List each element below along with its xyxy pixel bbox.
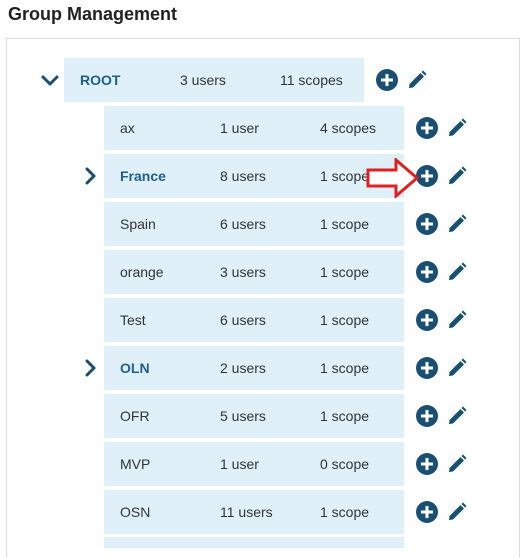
group-name: Spain <box>120 216 156 232</box>
tree-row[interactable]: orange 3 users 1 scope <box>0 250 526 294</box>
plus-circle-icon[interactable] <box>416 117 438 139</box>
user-count: 11 users <box>220 504 273 520</box>
group-card[interactable]: Spain 6 users 1 scope <box>104 202 404 246</box>
plus-circle-icon[interactable] <box>416 357 438 379</box>
group-name: OSN <box>120 504 151 520</box>
scope-count: 0 scope <box>320 456 370 472</box>
scope-count: 1 scope <box>320 312 370 328</box>
plus-circle-icon[interactable] <box>416 501 438 523</box>
pencil-icon[interactable] <box>446 405 468 427</box>
user-count: 6 users <box>220 312 266 328</box>
pencil-icon[interactable] <box>446 213 468 235</box>
group-card[interactable]: OLN 2 users 1 scope <box>104 346 404 390</box>
tree-row[interactable]: OSN 11 users 1 scope <box>0 490 526 534</box>
scope-count: 4 scopes <box>320 120 377 136</box>
pencil-icon[interactable] <box>446 501 468 523</box>
pencil-icon[interactable] <box>406 69 428 91</box>
chevron-right-icon[interactable] <box>80 166 100 186</box>
group-card[interactable]: OFR 5 users 1 scope <box>104 394 404 438</box>
group-card[interactable]: France 8 users 1 scope <box>104 154 404 198</box>
user-count: 5 users <box>220 408 266 424</box>
red-arrow-icon <box>366 158 420 198</box>
scope-count: 1 scope <box>320 360 370 376</box>
tree-row[interactable]: France 8 users 1 scope <box>0 154 526 198</box>
list-item-partial <box>104 537 404 548</box>
pencil-icon[interactable] <box>446 453 468 475</box>
user-count: 1 user <box>220 120 259 136</box>
group-name[interactable]: ROOT <box>80 58 120 102</box>
scope-count: 1 scope <box>320 408 370 424</box>
tree-row[interactable]: OFR 5 users 1 scope <box>0 394 526 438</box>
scope-count: 1 scope <box>320 168 370 184</box>
group-name: OFR <box>120 408 150 424</box>
plus-circle-icon[interactable] <box>416 453 438 475</box>
pencil-icon[interactable] <box>446 309 468 331</box>
pencil-icon[interactable] <box>446 357 468 379</box>
tree-row[interactable]: Spain 6 users 1 scope <box>0 202 526 246</box>
user-count: 3 users <box>220 264 266 280</box>
chevron-down-icon[interactable] <box>40 70 60 90</box>
plus-circle-icon[interactable] <box>416 213 438 235</box>
group-card[interactable]: ax 1 user 4 scopes <box>104 106 404 150</box>
pencil-icon[interactable] <box>446 165 468 187</box>
plus-circle-icon[interactable] <box>416 405 438 427</box>
scope-count: 1 scope <box>320 504 370 520</box>
user-count: 8 users <box>220 168 266 184</box>
pencil-icon[interactable] <box>446 261 468 283</box>
root-card[interactable]: ROOT 3 users 11 scopes <box>64 58 364 102</box>
tree-row[interactable]: MVP 1 user 0 scope <box>0 442 526 486</box>
group-name: ax <box>120 120 135 136</box>
plus-circle-icon[interactable] <box>416 309 438 331</box>
group-name[interactable]: France <box>120 154 166 198</box>
user-count: 3 users <box>180 72 226 88</box>
user-count: 1 user <box>220 456 259 472</box>
plus-circle-icon[interactable] <box>416 261 438 283</box>
group-card[interactable]: orange 3 users 1 scope <box>104 250 404 294</box>
scope-count: 11 scopes <box>280 72 343 88</box>
tree-row[interactable]: ax 1 user 4 scopes <box>0 106 526 150</box>
pencil-icon[interactable] <box>446 117 468 139</box>
user-count: 6 users <box>220 216 266 232</box>
tree-row-root[interactable]: ROOT 3 users 11 scopes <box>0 58 526 102</box>
user-count: 2 users <box>220 360 266 376</box>
scope-count: 1 scope <box>320 264 370 280</box>
group-name: orange <box>120 264 164 280</box>
group-card[interactable]: OSN 11 users 1 scope <box>104 490 404 534</box>
group-card[interactable]: Test 6 users 1 scope <box>104 298 404 342</box>
chevron-right-icon[interactable] <box>80 358 100 378</box>
page-title: Group Management <box>8 4 178 24</box>
group-name: Test <box>120 312 146 328</box>
tree-row[interactable]: OLN 2 users 1 scope <box>0 346 526 390</box>
tree-row[interactable]: Test 6 users 1 scope <box>0 298 526 342</box>
group-card[interactable]: MVP 1 user 0 scope <box>104 442 404 486</box>
plus-circle-icon[interactable] <box>376 69 398 91</box>
group-name: MVP <box>120 456 151 472</box>
scope-count: 1 scope <box>320 216 370 232</box>
group-name[interactable]: OLN <box>120 346 150 390</box>
